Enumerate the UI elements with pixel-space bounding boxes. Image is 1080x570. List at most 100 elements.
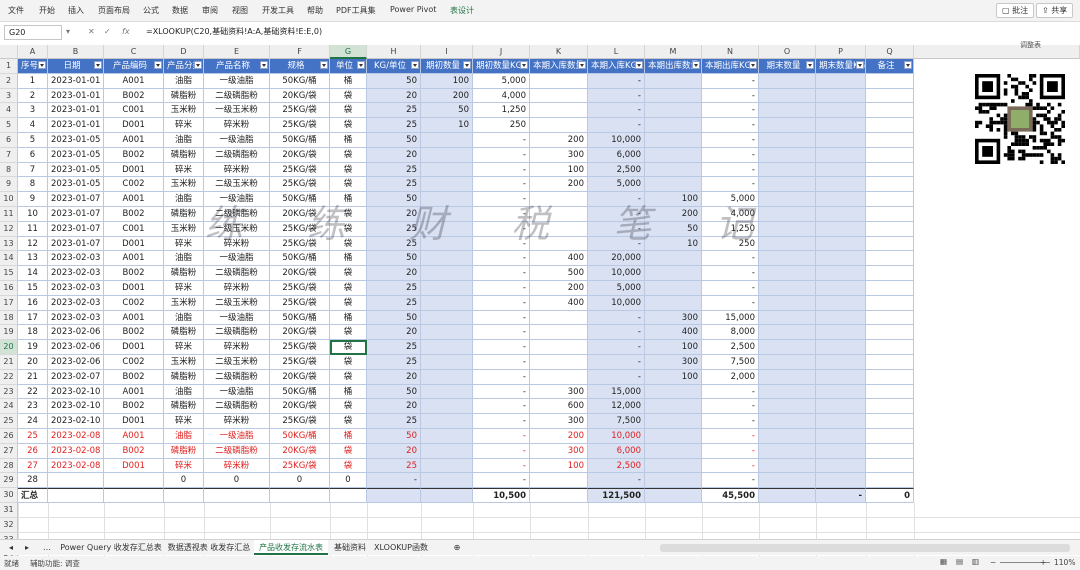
table-cell[interactable] — [866, 458, 914, 474]
table-cell[interactable] — [530, 310, 588, 326]
table-cell[interactable]: 400 — [530, 295, 588, 311]
ribbon-tab[interactable]: 帮助 — [307, 5, 323, 16]
table-cell[interactable] — [645, 399, 702, 415]
table-cell[interactable]: 200 — [530, 281, 588, 296]
table-cell[interactable]: - — [473, 414, 530, 429]
table-header-cell[interactable]: 期初数量KG — [473, 59, 530, 74]
table-cell[interactable] — [866, 221, 914, 237]
row-header[interactable]: 8 — [0, 162, 18, 178]
table-cell[interactable]: 28 — [18, 473, 48, 489]
table-cell[interactable] — [645, 281, 702, 296]
table-cell[interactable]: 20KG/袋 — [270, 147, 330, 163]
table-cell[interactable]: 二级磷脂粉 — [204, 325, 270, 341]
table-header-cell[interactable]: 期末数量KG — [816, 59, 866, 74]
table-cell[interactable]: 15,000 — [588, 384, 645, 400]
ribbon-tab[interactable]: 数据 — [172, 5, 188, 16]
ribbon-tab[interactable]: 文件 — [8, 5, 24, 16]
table-cell[interactable]: 50KG/桶 — [270, 384, 330, 400]
row-header[interactable]: 22 — [0, 369, 18, 385]
table-cell[interactable] — [816, 133, 866, 148]
table-cell[interactable]: 碎米粉 — [204, 458, 270, 474]
table-cell[interactable]: 50 — [367, 251, 421, 267]
table-cell[interactable]: 25 — [367, 103, 421, 119]
table-cell[interactable]: 10 — [18, 207, 48, 222]
table-cell[interactable]: C002 — [104, 355, 164, 370]
column-header[interactable]: D — [164, 45, 204, 59]
share-button[interactable]: ⇪ 共享 — [1036, 3, 1074, 18]
table-cell[interactable]: - — [473, 192, 530, 207]
table-cell[interactable]: C002 — [104, 295, 164, 311]
filter-dropdown-icon[interactable] — [411, 61, 419, 69]
table-cell[interactable] — [816, 162, 866, 178]
table-cell[interactable]: 2023-02-10 — [48, 384, 104, 400]
table-cell[interactable] — [816, 88, 866, 104]
table-cell[interactable] — [530, 118, 588, 133]
table-cell[interactable]: - — [473, 399, 530, 415]
table-cell[interactable]: 2,500 — [588, 162, 645, 178]
table-cell[interactable]: 300 — [530, 443, 588, 459]
filter-dropdown-icon[interactable] — [194, 61, 202, 69]
table-cell[interactable] — [530, 340, 588, 355]
table-cell[interactable] — [816, 221, 866, 237]
filter-dropdown-icon[interactable] — [635, 61, 643, 69]
table-cell[interactable]: 磷脂粉 — [164, 207, 204, 222]
row-header[interactable]: 2 — [0, 73, 18, 89]
table-cell[interactable] — [645, 473, 702, 489]
table-cell[interactable] — [759, 325, 816, 341]
table-cell[interactable]: 17 — [18, 310, 48, 326]
sheet-tab[interactable]: 数据透视表 收发存汇总 — [166, 540, 252, 555]
table-cell[interactable]: A001 — [104, 429, 164, 444]
table-cell[interactable] — [645, 429, 702, 444]
table-cell[interactable]: 碎米粉 — [204, 236, 270, 252]
table-cell[interactable]: 2023-01-01 — [48, 88, 104, 104]
ribbon-tab[interactable]: 开始 — [39, 5, 55, 16]
table-header-cell[interactable]: KG/单位 — [367, 59, 421, 74]
table-cell[interactable]: 一级油脂 — [204, 384, 270, 400]
sheet-tab[interactable]: Power Query 收发存汇总表 — [58, 540, 164, 555]
table-cell[interactable] — [421, 429, 473, 444]
table-cell[interactable]: 5,000 — [473, 73, 530, 89]
table-cell[interactable]: 2 — [18, 88, 48, 104]
column-header[interactable]: A — [18, 45, 48, 59]
table-cell[interactable]: - — [702, 133, 759, 148]
table-cell[interactable]: 20KG/袋 — [270, 207, 330, 222]
table-cell[interactable]: 磷脂粉 — [164, 369, 204, 385]
table-cell[interactable]: - — [702, 414, 759, 429]
table-cell[interactable]: A001 — [104, 384, 164, 400]
table-cell[interactable] — [421, 133, 473, 148]
sheet-tab[interactable]: 产品收发存流水表 — [254, 540, 328, 555]
table-cell[interactable] — [759, 103, 816, 119]
table-cell[interactable]: C001 — [104, 221, 164, 237]
table-cell[interactable]: 一级油脂 — [204, 429, 270, 444]
column-header[interactable]: B — [48, 45, 104, 59]
table-cell[interactable]: - — [702, 88, 759, 104]
table-cell[interactable]: 6,000 — [588, 147, 645, 163]
table-cell[interactable]: 碎米粉 — [204, 340, 270, 355]
name-box-dropdown-icon[interactable]: ▾ — [66, 27, 70, 36]
table-cell[interactable] — [421, 443, 473, 459]
table-cell[interactable] — [421, 147, 473, 163]
row-header[interactable]: 15 — [0, 266, 18, 281]
table-cell[interactable]: 7,500 — [588, 414, 645, 429]
table-cell[interactable] — [759, 88, 816, 104]
table-cell[interactable]: 300 — [645, 355, 702, 370]
table-cell[interactable]: 20KG/袋 — [270, 325, 330, 341]
table-cell[interactable]: 袋 — [330, 369, 367, 385]
table-cell[interactable]: 油脂 — [164, 310, 204, 326]
table-cell[interactable]: - — [473, 251, 530, 267]
table-cell[interactable] — [421, 399, 473, 415]
total-cell[interactable]: 121,500 — [588, 488, 645, 503]
table-cell[interactable] — [816, 295, 866, 311]
table-cell[interactable] — [530, 73, 588, 89]
table-cell[interactable]: 2,500 — [702, 340, 759, 355]
table-cell[interactable]: - — [702, 118, 759, 133]
column-header[interactable]: J — [473, 45, 530, 59]
table-cell[interactable]: 12 — [18, 236, 48, 252]
table-cell[interactable]: 2023-01-07 — [48, 207, 104, 222]
table-cell[interactable] — [530, 88, 588, 104]
table-cell[interactable]: 二级玉米粉 — [204, 295, 270, 311]
table-cell[interactable]: 400 — [530, 251, 588, 267]
table-cell[interactable]: B002 — [104, 399, 164, 415]
table-cell[interactable]: - — [588, 369, 645, 385]
table-cell[interactable]: 600 — [530, 399, 588, 415]
